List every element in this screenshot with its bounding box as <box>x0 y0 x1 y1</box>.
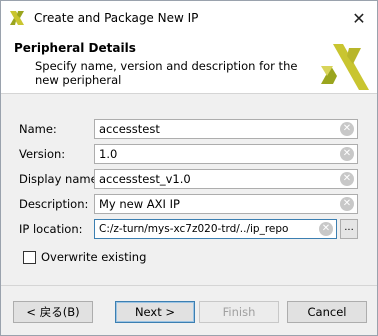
ip-location-field[interactable]: C:/z-turn/mys-xc7z020-trd/../ip_repo ✕ <box>94 219 337 239</box>
next-button[interactable]: Next > <box>115 301 195 323</box>
description-label: Description: <box>19 197 89 211</box>
version-label: Version: <box>19 147 66 161</box>
clear-icon[interactable]: ✕ <box>340 197 354 211</box>
version-value: 1.0 <box>99 147 118 161</box>
ip-location-row: IP location: C:/z-turn/mys-xc7z020-trd/.… <box>1 219 377 239</box>
ip-location-value: C:/z-turn/mys-xc7z020-trd/../ip_repo <box>99 223 289 235</box>
name-field[interactable]: accesstest ✕ <box>94 119 358 139</box>
description-row: Description: My new AXI IP ✕ <box>1 194 377 214</box>
description-value: My new AXI IP <box>99 197 180 211</box>
cancel-button[interactable]: Cancel <box>287 301 367 323</box>
clear-icon[interactable]: ✕ <box>340 172 354 186</box>
display-name-value: accesstest_v1.0 <box>99 172 191 186</box>
window-title: Create and Package New IP <box>34 11 199 25</box>
clear-icon[interactable]: ✕ <box>340 147 354 161</box>
page-description: Specify name, version and description fo… <box>35 59 298 87</box>
display-name-row: Display name: accesstest_v1.0 ✕ <box>1 169 377 189</box>
page-title: Peripheral Details <box>14 41 136 55</box>
overwrite-checkbox[interactable] <box>23 250 36 264</box>
browse-button[interactable]: ... <box>340 219 358 239</box>
overwrite-existing-option[interactable]: Overwrite existing <box>23 249 146 265</box>
clear-icon[interactable]: ✕ <box>319 222 333 236</box>
ip-location-label: IP location: <box>19 222 83 236</box>
version-field[interactable]: 1.0 ✕ <box>94 144 358 164</box>
display-name-field[interactable]: accesstest_v1.0 ✕ <box>94 169 358 189</box>
back-button[interactable]: < 戻る(B) <box>13 301 93 323</box>
description-field[interactable]: My new AXI IP ✕ <box>94 194 358 214</box>
page-header: Peripheral Details Specify name, version… <box>1 34 377 94</box>
display-name-label: Display name: <box>19 172 102 186</box>
vivado-logo-icon <box>10 11 24 25</box>
clear-icon[interactable]: ✕ <box>340 122 354 136</box>
close-icon: ✕ <box>352 8 366 28</box>
finish-button[interactable]: Finish <box>199 301 279 323</box>
overwrite-label: Overwrite existing <box>41 250 147 264</box>
dialog-window: Create and Package New IP ✕ Peripheral D… <box>0 0 378 336</box>
name-label: Name: <box>19 122 57 136</box>
name-value: accesstest <box>99 122 160 136</box>
version-row: Version: 1.0 ✕ <box>1 144 377 164</box>
name-row: Name: accesstest ✕ <box>1 119 377 139</box>
footer-divider <box>1 285 377 286</box>
vivado-brand-logo-icon <box>321 44 369 90</box>
close-button[interactable]: ✕ <box>347 7 371 29</box>
title-bar: Create and Package New IP ✕ <box>1 1 377 34</box>
